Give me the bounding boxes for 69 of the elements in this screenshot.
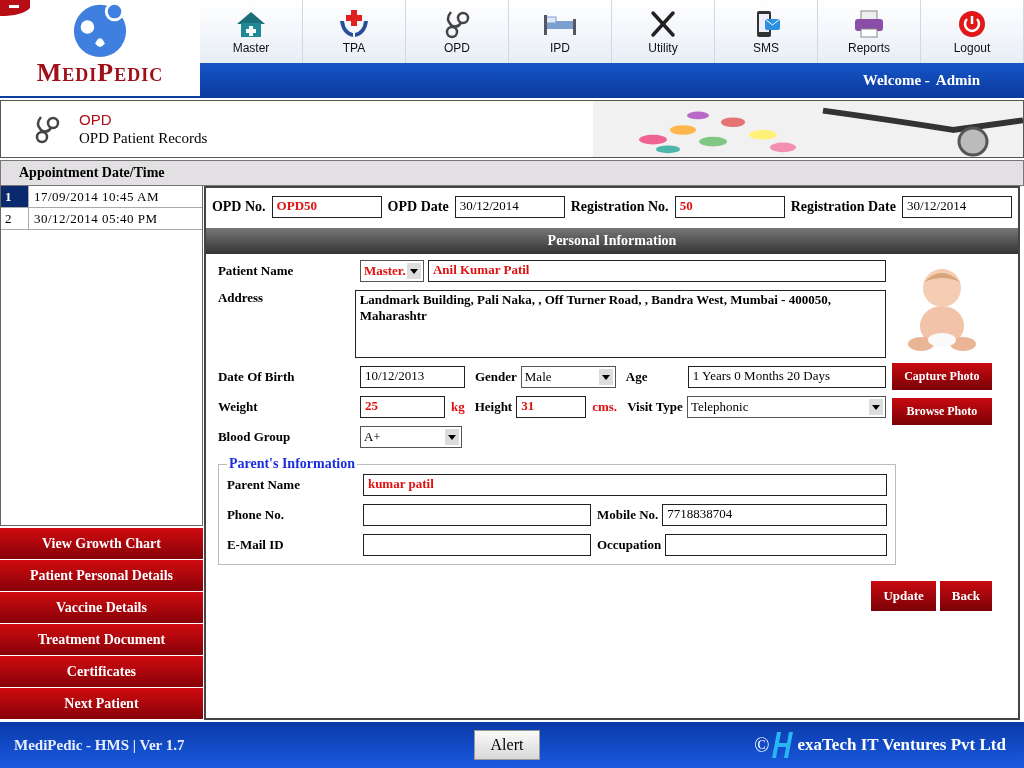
field-label: Blood Group xyxy=(217,429,292,445)
input-field[interactable] xyxy=(362,504,591,526)
input-field[interactable]: kumar patil xyxy=(362,474,887,496)
input-field[interactable]: 25 xyxy=(359,396,445,418)
field-label: E-Mail ID xyxy=(226,537,285,553)
page-title: OPD Patient Records xyxy=(79,130,209,147)
side-button[interactable]: Certificates xyxy=(0,656,203,687)
field-label: Mobile No. xyxy=(596,507,659,523)
side-button[interactable]: View Growth Chart xyxy=(0,528,203,559)
field-label: Registration Date xyxy=(790,199,896,215)
action-button[interactable]: Back xyxy=(939,581,992,611)
photo-button[interactable]: Capture Photo xyxy=(891,363,992,390)
side-button[interactable]: Treatment Document xyxy=(0,624,203,655)
field-label: Phone No. xyxy=(226,507,285,523)
photo-button[interactable]: Browse Photo xyxy=(891,398,992,425)
input-field[interactable]: 1 Years 0 Months 20 Days xyxy=(687,366,886,388)
field-label: Parent Name xyxy=(226,477,301,493)
appointment-datetime: 30/12/2014 05:40 PM xyxy=(33,210,158,227)
input-field[interactable]: 31 xyxy=(516,396,587,418)
input-field[interactable]: 30/12/2014 xyxy=(902,196,1012,218)
title-dropdown[interactable]: Master. xyxy=(359,260,424,282)
section-title: OPD xyxy=(79,111,113,128)
row-number: 1 xyxy=(1,186,29,207)
version-label: MediPedic - HMS | Ver 1.7 xyxy=(14,736,186,754)
field-label: Patient Name xyxy=(217,263,295,279)
action-button[interactable]: Update xyxy=(871,581,936,611)
welcome-label: Welcome - xyxy=(862,72,930,89)
visit-type-dropdown[interactable]: Telephonic xyxy=(686,396,886,418)
row-number: 2 xyxy=(1,208,29,229)
input-field[interactable] xyxy=(665,534,887,556)
field-label: Date Of Birth xyxy=(217,369,296,385)
input-field[interactable]: 50 xyxy=(674,196,785,218)
blood-group-dropdown[interactable]: A+ xyxy=(359,426,462,448)
brand-name: MediPedic xyxy=(36,58,164,88)
field-label: Registration No. xyxy=(570,199,669,215)
side-button[interactable]: Vaccine Details xyxy=(0,592,203,623)
field-label: OPD No. xyxy=(211,199,266,215)
field-label: Address xyxy=(217,290,265,306)
minimize-icon[interactable] xyxy=(0,0,30,16)
appointment-header: Appointment Date/Time xyxy=(0,160,1024,186)
input-field[interactable]: 7718838704 xyxy=(662,504,887,526)
field-label: Height xyxy=(474,399,513,415)
field-label: Gender xyxy=(474,369,517,385)
input-field[interactable]: 10/12/2013 xyxy=(359,366,465,388)
input-field[interactable]: 30/12/2014 xyxy=(454,196,565,218)
input-field[interactable] xyxy=(362,534,591,556)
input-field[interactable]: Anil Kumar Patil xyxy=(427,260,886,282)
company-logo-icon xyxy=(771,730,796,760)
field-label: Weight xyxy=(217,399,259,415)
field-label: Age xyxy=(625,369,649,385)
appointment-row[interactable]: 1 17/09/2014 10:45 AM xyxy=(1,186,202,208)
field-label: Occupation xyxy=(596,537,662,553)
unit-label: cms. xyxy=(592,399,618,415)
input-field[interactable]: OPD50 xyxy=(271,196,382,218)
company-name: exaTech IT Ventures Pvt Ltd xyxy=(797,735,1006,755)
field-label: OPD Date xyxy=(387,199,449,215)
group-legend: Parent's Information xyxy=(226,456,358,472)
address-field[interactable]: Landmark Building, Pali Naka, , Off Turner Road, , Bandra West, Mumbai - 400050, Maharashtr xyxy=(354,290,886,358)
side-button[interactable]: Next Patient xyxy=(0,688,203,719)
copyright-sign: © xyxy=(754,733,770,757)
unit-label: kg xyxy=(450,399,465,415)
appointment-row[interactable]: 2 30/12/2014 05:40 PM xyxy=(1,208,202,230)
alert-button[interactable]: Alert xyxy=(474,730,540,760)
section-header: Personal Information xyxy=(205,228,1018,254)
side-button[interactable]: Patient Personal Details xyxy=(0,560,203,591)
appointment-datetime: 17/09/2014 10:45 AM xyxy=(33,188,160,205)
field-label: Visit Type xyxy=(627,399,683,415)
gender-dropdown[interactable]: Male xyxy=(520,366,616,388)
user-name: Admin xyxy=(935,72,980,89)
